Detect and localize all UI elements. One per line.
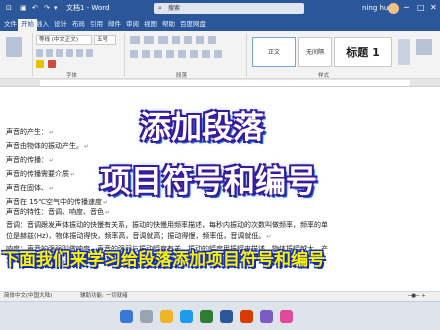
ribbon-tabs: 文件 开始 插入 设计 布局 引用 邮件 审阅 视图 帮助 百度网盘 [0,17,440,31]
zoom-slider-icon[interactable]: ─●─ + [408,292,426,301]
numbering-icon[interactable] [144,36,154,44]
doc-line: 声音的特性：音调、响度、音色↵ [6,208,111,216]
document-title: 文档1 - Word [66,4,110,12]
group-label-styles: 样式 [318,73,330,79]
user-name[interactable]: ning hu [362,2,388,14]
bold-icon[interactable] [36,49,43,57]
edge-icon[interactable] [180,310,193,323]
align-right-icon[interactable] [154,50,162,58]
minimize-icon[interactable]: ─ [404,2,409,14]
customize-toolbar-icon[interactable]: ▾ [54,2,58,14]
borders-icon[interactable] [214,50,222,58]
start-icon[interactable] [120,310,133,323]
word-icon[interactable] [220,310,233,323]
doc-line: 声音在 15℃空气中的传播速度↵ [6,198,109,206]
maximize-icon[interactable]: □ [417,2,425,14]
redo-icon[interactable]: ↷ [44,2,50,14]
search-taskbar-icon[interactable] [140,310,153,323]
italic-icon[interactable] [46,49,53,57]
doc-line: 位是赫兹(Hz)，物体振动得快，频率高，音调就高；振动得慢，频率低，音调就低。↵ [6,232,272,240]
style-heading-1[interactable]: 标题 1 [334,37,392,67]
status-bar: 简体中文(中国大陆) 辅助功能: 一切就绪 ─●─ + [0,291,440,301]
tab-home[interactable]: 开始 [18,19,37,31]
group-label-paragraph: 段落 [176,73,188,79]
avatar[interactable] [388,3,399,14]
ruler-page-area [40,80,410,86]
taskbar [0,301,440,330]
doc-line: 声音的传播需要介质↵ [6,170,76,178]
align-left-icon[interactable] [130,50,138,58]
tab-design[interactable]: 设计 [54,19,67,29]
shading-icon[interactable] [202,50,210,58]
doc-line: 声音在固体、↵ [6,184,55,192]
ribbon-separator [124,33,125,77]
tab-review[interactable]: 审阅 [126,19,139,29]
styles-gallery-more-icon[interactable] [398,39,410,65]
style-no-spacing[interactable]: 无间隔 [298,37,332,67]
tab-file[interactable]: 文件 [4,19,17,29]
ribbon: 等线 (中文正文) 五号 字体 段落 正文 无间隔 标题 1 样式 [0,31,440,79]
strikethrough-icon[interactable] [66,49,73,57]
multilevel-list-icon[interactable] [158,36,168,44]
tab-mailings[interactable]: 邮件 [108,19,121,29]
tab-baidu-netdisk[interactable]: 百度网盘 [180,19,206,29]
font-name-select[interactable]: 等线 (中文正文) [36,35,92,45]
tab-references[interactable]: 引用 [90,19,103,29]
font-color-icon[interactable] [48,60,56,68]
status-accessibility[interactable]: 辅助功能: 一切就绪 [80,292,128,301]
undo-icon[interactable]: ↶ [32,2,38,14]
increase-indent-icon[interactable] [184,36,192,44]
justify-icon[interactable] [166,50,174,58]
doc-line: 音调：音调跟发声体振动的快慢有关系，振动的快慢用频率描述，每秒内振动的次数叫做频… [6,221,328,229]
overlay-subtitle: 下面我们来学习给段落添加项目符号和编号 [2,250,325,270]
tab-help[interactable]: 帮助 [162,19,175,29]
highlight-icon[interactable] [36,60,44,68]
search-input[interactable]: ⌕ 搜索 [154,3,304,14]
distributed-icon[interactable] [178,50,186,58]
doc-line: 声音的传播：↵ [6,156,55,164]
align-center-icon[interactable] [142,50,150,58]
tab-layout[interactable]: 布局 [72,19,85,29]
editing-icon[interactable] [416,39,432,55]
style-normal[interactable]: 正文 [252,37,296,67]
superscript-icon[interactable] [86,49,93,57]
status-language[interactable]: 简体中文(中国大陆) [4,292,52,301]
sort-icon[interactable] [196,36,204,44]
tab-view[interactable]: 视图 [144,19,157,29]
overlay-title-line-1: 添加段落 [140,110,264,146]
font-size-select[interactable]: 五号 [94,35,116,45]
doc-line: 声音的产生：↵ [6,128,55,136]
title-bar: ⊡ ▣ ↶ ↷ ▾ 文档1 - Word ⌕ 搜索 ning hu ─ □ ✕ [0,0,440,17]
autosave-icon[interactable]: ⊡ [6,2,12,14]
underline-icon[interactable] [56,49,63,57]
show-marks-icon[interactable] [208,36,216,44]
ribbon-separator [246,33,247,77]
file-explorer-icon[interactable] [160,310,173,323]
app-icon[interactable] [260,310,273,323]
ribbon-separator [32,33,33,77]
app-icon[interactable] [280,310,293,323]
ruler[interactable] [0,79,440,87]
bullets-icon[interactable] [130,36,140,44]
subscript-icon[interactable] [76,49,83,57]
close-icon[interactable]: ✕ [430,2,437,14]
doc-line: 声音由物体的振动产生。↵ [6,142,90,150]
app-icon[interactable] [240,310,253,323]
search-placeholder: 搜索 [168,5,181,12]
paste-icon[interactable] [6,37,22,57]
save-icon[interactable]: ▣ [20,2,27,14]
app-icon[interactable] [200,310,213,323]
search-icon: ⌕ [158,4,162,12]
overlay-title-line-2: 项目符号和编号 [100,164,317,200]
decrease-indent-icon[interactable] [172,36,180,44]
group-label-font: 字体 [66,73,78,79]
line-spacing-icon[interactable] [190,50,198,58]
tab-insert[interactable]: 插入 [36,19,49,29]
